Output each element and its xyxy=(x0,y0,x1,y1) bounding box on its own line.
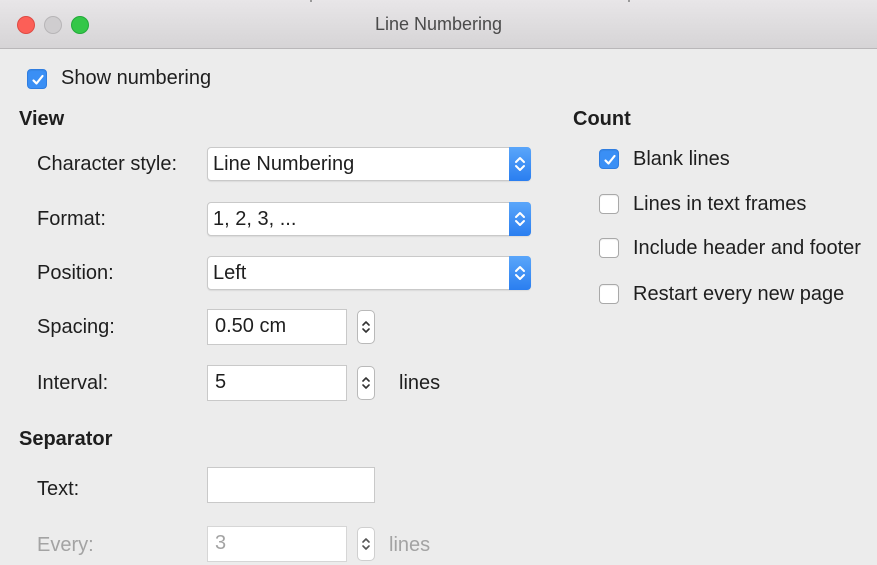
interval-label: Interval: xyxy=(37,372,109,394)
restart-every-new-page-label: Restart every new page xyxy=(633,283,845,305)
position-label: Position: xyxy=(37,262,114,284)
lines-in-text-frames-label: Lines in text frames xyxy=(633,193,807,215)
show-numbering-label: Show numbering xyxy=(61,67,212,89)
every-input[interactable]: 3 xyxy=(207,526,347,562)
every-stepper[interactable] xyxy=(357,527,375,561)
spacing-input[interactable]: 0.50 cm xyxy=(207,309,347,345)
character-style-value: Line Numbering xyxy=(213,153,355,175)
interval-stepper[interactable] xyxy=(357,366,375,400)
lines-in-text-frames-checkbox[interactable] xyxy=(599,194,619,214)
interval-unit-label: lines xyxy=(399,372,441,394)
up-down-chevron-icon xyxy=(362,321,370,333)
blank-lines-label: Blank lines xyxy=(633,148,730,170)
separator-text-input[interactable] xyxy=(207,467,375,503)
up-down-chevron-icon xyxy=(515,157,525,171)
interval-input[interactable]: 5 xyxy=(207,365,347,401)
title-bar[interactable]: Line Numbering xyxy=(0,0,877,49)
include-header-footer-label: Include header and footer xyxy=(633,237,861,259)
checkmark-icon xyxy=(604,154,616,165)
position-select[interactable]: Left xyxy=(207,256,531,290)
count-heading: Count xyxy=(573,108,631,130)
format-label: Format: xyxy=(37,208,106,230)
spacing-label: Spacing: xyxy=(37,316,115,338)
view-heading: View xyxy=(19,108,65,130)
format-select[interactable]: 1, 2, 3, ... xyxy=(207,202,531,236)
window-title: Line Numbering xyxy=(374,14,503,34)
top-divider xyxy=(310,0,312,2)
up-down-chevron-icon xyxy=(362,377,370,389)
format-value: 1, 2, 3, ... xyxy=(213,208,297,230)
up-down-chevron-icon xyxy=(362,538,370,550)
blank-lines-checkbox[interactable] xyxy=(599,149,619,169)
position-value: Left xyxy=(213,262,247,284)
include-header-footer-checkbox[interactable] xyxy=(599,238,619,258)
format-dropdown-button[interactable] xyxy=(509,202,531,236)
up-down-chevron-icon xyxy=(515,266,525,280)
checkmark-icon xyxy=(32,74,44,85)
every-unit-label: lines xyxy=(389,534,431,556)
every-label: Every: xyxy=(37,534,94,556)
separator-text-label: Text: xyxy=(37,478,80,500)
show-numbering-checkbox[interactable] xyxy=(27,69,47,89)
top-divider xyxy=(628,0,630,2)
up-down-chevron-icon xyxy=(515,212,525,226)
character-style-select[interactable]: Line Numbering xyxy=(207,147,531,181)
restart-every-new-page-checkbox[interactable] xyxy=(599,284,619,304)
spacing-stepper[interactable] xyxy=(357,310,375,344)
line-numbering-dialog: Line Numbering Show numbering View Chara… xyxy=(0,0,877,565)
character-style-label: Character style: xyxy=(37,153,178,175)
character-style-dropdown-button[interactable] xyxy=(509,147,531,181)
position-dropdown-button[interactable] xyxy=(509,256,531,290)
separator-heading: Separator xyxy=(19,428,113,450)
